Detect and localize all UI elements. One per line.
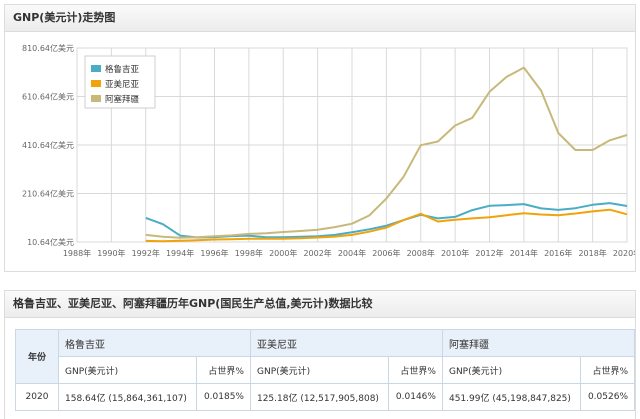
legend-label: 格鲁吉亚 bbox=[105, 64, 140, 75]
table-row: 2020 158.64亿 (15,864,361,107) 0.0185% 12… bbox=[15, 383, 636, 411]
x-tick-label: 2008年 bbox=[407, 248, 435, 258]
x-tick-label: 2010年 bbox=[441, 248, 469, 258]
country-header-2: 阿塞拜疆 bbox=[441, 329, 636, 357]
gnp-header: GNP(美元计) bbox=[441, 356, 581, 384]
x-tick-label: 2000年 bbox=[269, 248, 297, 258]
x-tick-label: 2014年 bbox=[510, 248, 538, 258]
x-tick-label: 2020年 bbox=[613, 248, 635, 258]
x-tick-label: 1992年 bbox=[132, 248, 160, 258]
x-tick-label: 2012年 bbox=[475, 248, 503, 258]
row-share: 0.0185% bbox=[195, 383, 251, 411]
legend-swatch bbox=[91, 80, 101, 87]
year-header: 年份 bbox=[15, 329, 59, 384]
gnp-header: GNP(美元计) bbox=[249, 356, 389, 384]
row-share: 0.0146% bbox=[387, 383, 443, 411]
x-tick-label: 2018年 bbox=[578, 248, 606, 258]
legend-swatch bbox=[91, 65, 101, 72]
x-tick-label: 1990年 bbox=[97, 248, 125, 258]
row-year: 2020 bbox=[15, 383, 59, 411]
row-gnp: 451.99亿 (45,198,847,825) bbox=[441, 383, 581, 411]
legend-label: 亚美尼亚 bbox=[105, 79, 140, 90]
y-tick-label: 610.64亿美元 bbox=[22, 92, 74, 102]
x-tick-label: 2016年 bbox=[544, 248, 572, 258]
country-header-0: 格鲁吉亚 bbox=[58, 329, 251, 357]
country-header-1: 亚美尼亚 bbox=[249, 329, 443, 357]
y-tick-label: 210.64亿美元 bbox=[22, 189, 74, 199]
gnp-header: GNP(美元计) bbox=[58, 356, 197, 384]
x-tick-label: 2006年 bbox=[372, 248, 400, 258]
share-header: 占世界% bbox=[387, 356, 443, 384]
table-panel-title: 格鲁吉亚、亚美尼亚、阿塞拜疆历年GNP(国民生产总值,美元计)数据比较 bbox=[5, 291, 635, 318]
country-header-row: 年份 格鲁吉亚 亚美尼亚 阿塞拜疆 bbox=[15, 329, 636, 384]
x-tick-label: 1998年 bbox=[235, 248, 263, 258]
comparison-table: 年份 格鲁吉亚 亚美尼亚 阿塞拜疆 GNP(美元计) 占世界% GNP(美元计)… bbox=[15, 329, 636, 411]
gnp-trend-chart: 1988年 1990年 1992年 1994年 1996年 1998年 2000年 2002年… bbox=[22, 43, 635, 258]
legend-swatch bbox=[91, 95, 101, 102]
row-share: 0.0526% bbox=[579, 383, 636, 411]
y-tick-label: 10.64亿美元 bbox=[27, 237, 74, 247]
y-tick-label: 410.64亿美元 bbox=[22, 140, 74, 150]
row-gnp: 125.18亿 (12,517,905,808) bbox=[249, 383, 389, 411]
x-tick-label: 1994年 bbox=[166, 248, 194, 258]
row-gnp: 158.64亿 (15,864,361,107) bbox=[58, 383, 197, 411]
x-tick-label: 2004年 bbox=[338, 248, 366, 258]
table-panel: 格鲁吉亚、亚美尼亚、阿塞拜疆历年GNP(国民生产总值,美元计)数据比较 年份 格… bbox=[4, 290, 636, 419]
x-tick-label: 1996年 bbox=[200, 248, 228, 258]
metric-header-row: GNP(美元计) 占世界% GNP(美元计) 占世界% GNP(美元计) 占世界… bbox=[16, 356, 636, 384]
x-tick-label: 1988年 bbox=[63, 248, 91, 258]
y-tick-label: 810.64亿美元 bbox=[22, 43, 74, 53]
share-header: 占世界% bbox=[579, 356, 636, 384]
share-header: 占世界% bbox=[195, 356, 251, 384]
chart-panel: GNP(美元计)走势图 1988年 1990年 1992年 1994年 1996年 199… bbox=[4, 4, 636, 272]
legend-label: 阿塞拜疆 bbox=[105, 94, 140, 105]
x-tick-label: 2002年 bbox=[303, 248, 331, 258]
chart-panel-title: GNP(美元计)走势图 bbox=[5, 5, 635, 32]
